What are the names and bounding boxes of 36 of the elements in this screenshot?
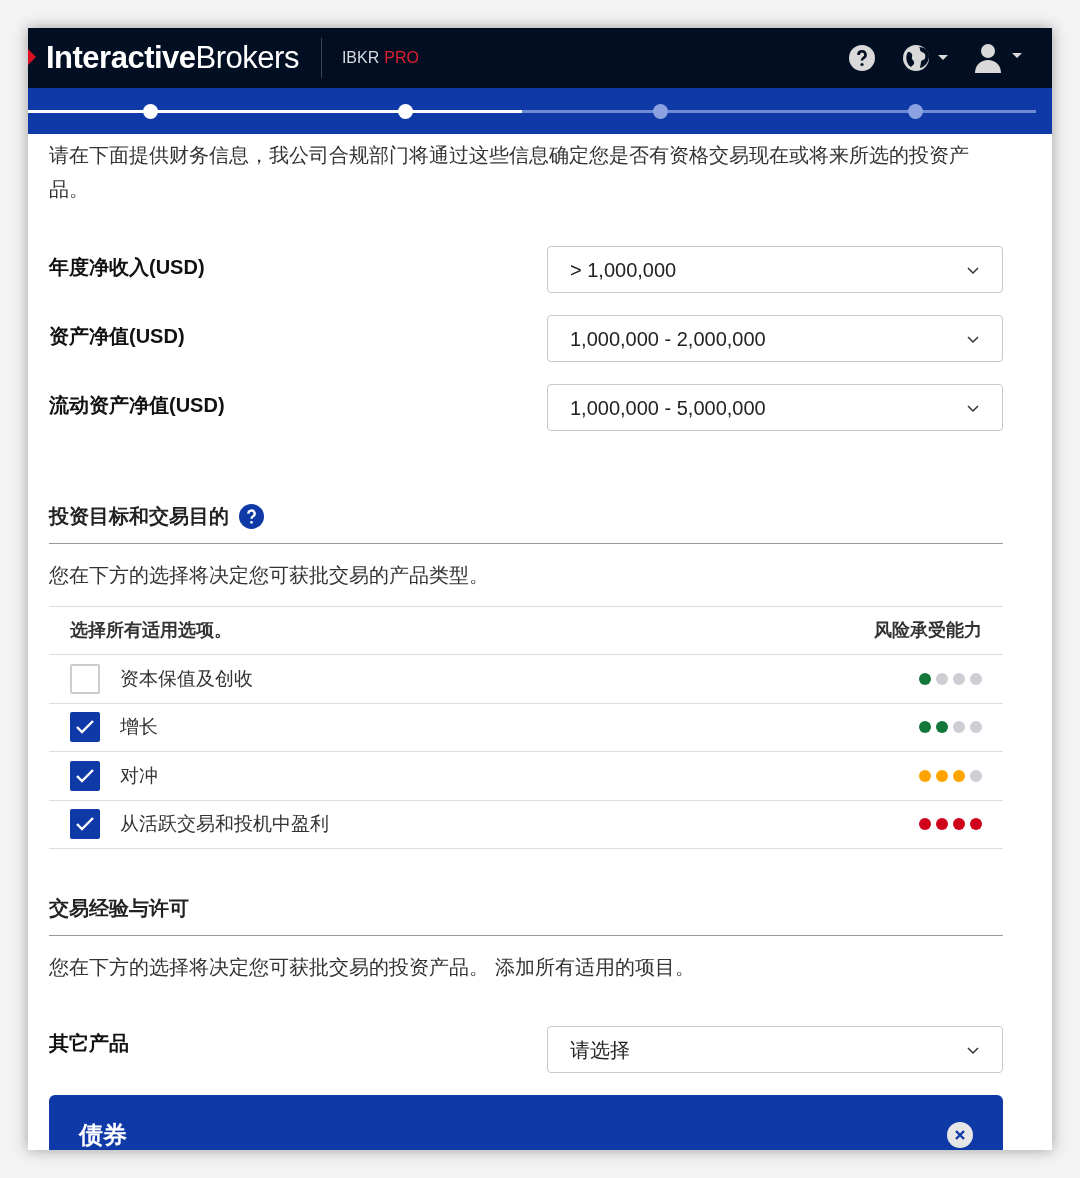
bonds-panel-header[interactable]: 债券: [49, 1095, 1003, 1150]
help-icon[interactable]: [239, 503, 264, 529]
option-label: 增长: [120, 715, 158, 739]
checkbox[interactable]: [70, 760, 100, 791]
close-icon[interactable]: [947, 1122, 973, 1148]
dropdown-field[interactable]: 1,000,000 - 5,000,000: [547, 384, 1003, 431]
section-title: 投资目标和交易目的: [49, 504, 229, 529]
dropdown-field[interactable]: > 1,000,000: [547, 246, 1003, 293]
column-header: 风险承受能力: [874, 619, 982, 642]
globe-icon[interactable]: [902, 44, 948, 72]
section-description: 您在下方的选择将决定您可获批交易的投资产品。 添加所有适用的项目。: [49, 955, 696, 980]
option-label: 对冲: [120, 763, 158, 788]
user-account-icon[interactable]: [974, 42, 1024, 74]
dropdown-field[interactable]: 请选择: [547, 1026, 1003, 1073]
dropdown-field[interactable]: 1,000,000 - 2,000,000: [547, 315, 1003, 362]
field-label: 资产净值(USD): [49, 324, 185, 349]
field-label: 流动资产净值(USD): [49, 393, 225, 418]
product-label: IBKR: [341, 48, 380, 68]
option-label: 资本保值及创收: [120, 666, 253, 691]
intro-text: 请在下面提供财务信息，我公司合规部门将通过这些信息确定您是否有资格交易现在或将来所选的投资产品。: [49, 143, 970, 202]
checkbox[interactable]: [70, 712, 100, 743]
section-description: 您在下方的选择将决定您可获批交易的产品类型。: [49, 563, 490, 588]
field-label: 年度净收入(USD): [49, 255, 205, 280]
pro-label: PRO: [384, 48, 419, 68]
field-label: 其它产品: [49, 1031, 129, 1056]
option-label: 从活跃交易和投机中盈利: [120, 812, 329, 836]
section-title: 交易经验与许可: [49, 897, 189, 919]
logo[interactable]: InteractiveBrokers: [46, 34, 299, 82]
checkbox[interactable]: [70, 809, 100, 840]
help-icon[interactable]: [848, 44, 876, 72]
checkmark-icon: [76, 768, 94, 783]
checkbox[interactable]: [70, 663, 100, 694]
checkmark-icon: [76, 720, 94, 735]
column-header: 选择所有适用选项。: [70, 619, 232, 642]
checkmark-icon: [76, 817, 94, 832]
panel-title: 债券: [79, 1120, 127, 1150]
